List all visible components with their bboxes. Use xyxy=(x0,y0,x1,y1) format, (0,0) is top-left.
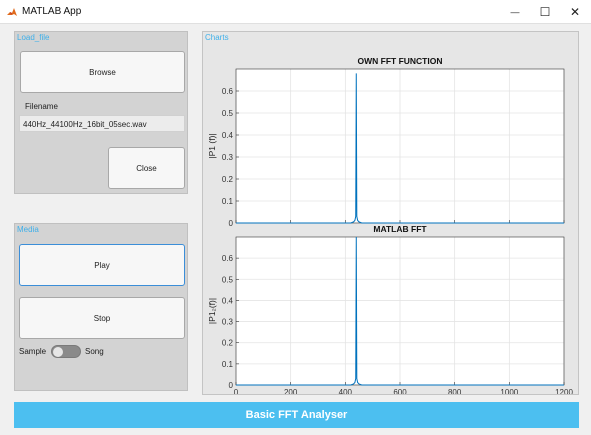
y-axis-label: |P1 (f)| xyxy=(207,133,217,158)
maximize-button[interactable]: ☐ xyxy=(530,0,560,24)
close-button[interactable]: Close xyxy=(108,147,185,189)
title-bar: MATLAB App — ☐ ✕ xyxy=(0,0,591,24)
own-fft-chart: OWN FFT FUNCTION02004006008001000120000.… xyxy=(207,56,573,227)
chart-title: OWN FFT FUNCTION xyxy=(358,56,443,66)
y-tick-label: 0.5 xyxy=(222,109,234,118)
media-panel: Media Play Stop Sample Song xyxy=(14,223,188,391)
y-tick-label: 0.5 xyxy=(222,275,234,284)
toggle-sample-label: Sample xyxy=(19,347,47,356)
toggle-song-label: Song xyxy=(85,347,104,356)
y-tick-label: 0.1 xyxy=(222,360,234,369)
stop-button[interactable]: Stop xyxy=(19,297,185,339)
charts-panel-title: Charts xyxy=(205,33,229,42)
load-file-panel: Load_file Browse Filename 440Hz_44100Hz_… xyxy=(14,31,188,194)
y-tick-label: 0 xyxy=(229,381,234,390)
x-tick-label: 400 xyxy=(339,388,353,394)
load-file-panel-title: Load_file xyxy=(17,33,50,42)
app-content: Load_file Browse Filename 440Hz_44100Hz_… xyxy=(0,24,591,435)
banner-title: Basic FFT Analyser xyxy=(245,409,348,421)
y-tick-label: 0.3 xyxy=(222,318,234,327)
minimize-button[interactable]: — xyxy=(500,0,530,24)
y-tick-label: 0.6 xyxy=(222,254,234,263)
charts-panel: Charts OWN FFT FUNCTION02004006008001000… xyxy=(202,31,579,395)
filename-label: Filename xyxy=(25,102,58,111)
x-tick-label: 0 xyxy=(234,388,239,394)
y-axis-label: |P1₂(f)| xyxy=(207,298,217,324)
minimize-icon: — xyxy=(510,7,520,17)
y-tick-label: 0.3 xyxy=(222,153,234,162)
y-tick-label: 0.2 xyxy=(222,175,234,184)
x-tick-label: 600 xyxy=(393,388,407,394)
x-tick-label: 1000 xyxy=(500,388,518,394)
close-window-button[interactable]: ✕ xyxy=(560,0,590,24)
filename-field[interactable]: 440Hz_44100Hz_16bit_05sec.wav xyxy=(19,115,185,132)
window-title: MATLAB App xyxy=(22,6,82,17)
y-tick-label: 0.6 xyxy=(222,87,234,96)
maximize-icon: ☐ xyxy=(539,5,551,19)
x-tick-label: 200 xyxy=(284,388,298,394)
sample-song-toggle[interactable] xyxy=(51,345,81,358)
app-banner: Basic FFT Analyser xyxy=(14,402,579,428)
chart-title: MATLAB FFT xyxy=(373,224,427,234)
browse-button[interactable]: Browse xyxy=(20,51,185,93)
close-icon: ✕ xyxy=(569,5,581,19)
y-tick-label: 0.1 xyxy=(222,197,234,206)
x-tick-label: 1200 xyxy=(555,388,573,394)
matlab-fft-chart: MATLAB FFT 0 200 400 600 800 1000 1200 0 0.1 0.2 0.… xyxy=(207,224,573,394)
y-tick-label: 0.2 xyxy=(222,339,234,348)
matlab-logo-icon xyxy=(6,6,18,18)
media-panel-title: Media xyxy=(17,225,39,234)
y-tick-label: 0.4 xyxy=(222,131,234,140)
x-tick-label: 800 xyxy=(448,388,462,394)
y-tick-label: 0.4 xyxy=(222,296,234,305)
toggle-knob[interactable] xyxy=(53,347,63,357)
play-button[interactable]: Play xyxy=(19,244,185,286)
